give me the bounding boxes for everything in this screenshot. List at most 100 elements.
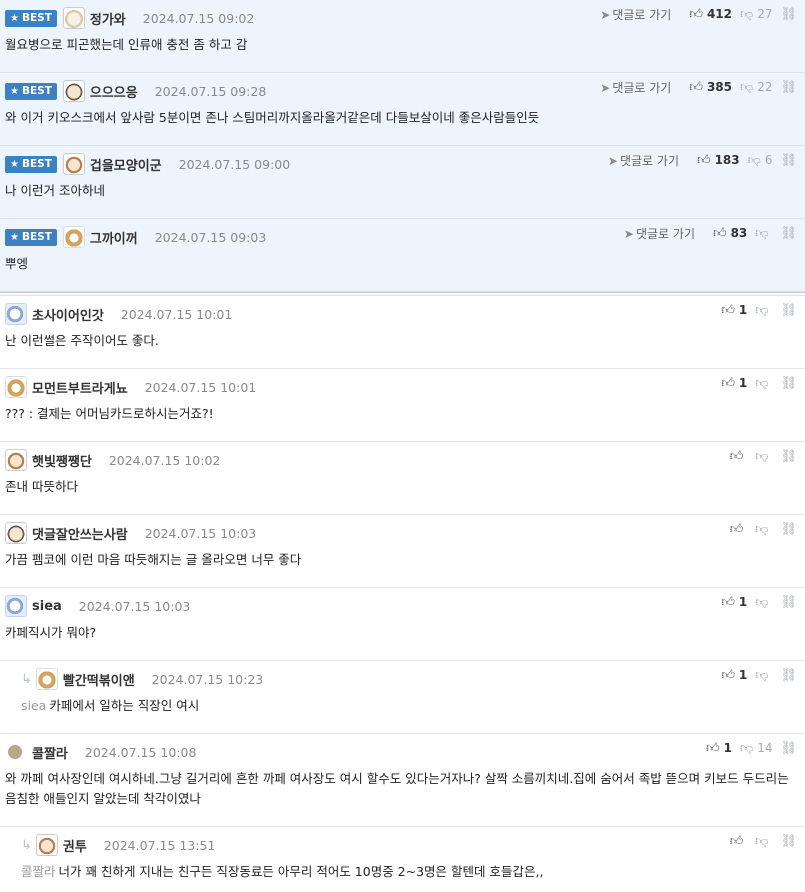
thumbs-up-icon: 👍︎ bbox=[721, 667, 735, 683]
avatar[interactable] bbox=[5, 449, 27, 471]
upvote-button[interactable]: 👍︎ 1 bbox=[706, 741, 732, 756]
upvote-button[interactable]: 👍︎ 385 bbox=[689, 80, 732, 95]
goto-comment-link[interactable]: ➤ 댓글로 가기 bbox=[624, 225, 695, 242]
upvote-button[interactable]: 👍︎ 1 bbox=[721, 303, 747, 318]
share-link-button[interactable]: ⛓ bbox=[780, 595, 797, 610]
upvote-button[interactable]: 👍︎ bbox=[730, 449, 748, 464]
nickname[interactable]: 햇빛쨍쨍단 bbox=[32, 451, 92, 470]
link-icon: ⛓ bbox=[780, 740, 797, 756]
thumbs-up-icon: 👍︎ bbox=[689, 79, 703, 95]
avatar[interactable] bbox=[5, 595, 27, 617]
upvote-button[interactable]: 👍︎ bbox=[730, 522, 748, 537]
avatar[interactable] bbox=[62, 153, 85, 175]
comment-date: 2024.07.15 10:03 bbox=[78, 598, 191, 614]
downvote-button[interactable]: 👎︎ bbox=[755, 226, 772, 241]
avatar[interactable] bbox=[62, 80, 85, 102]
comment-date: 2024.07.15 09:00 bbox=[178, 156, 291, 172]
avatar[interactable] bbox=[5, 303, 27, 325]
comment-text: 가끔 펨코에 이런 마음 따듯해지는 글 올라오면 너무 좋다 bbox=[5, 552, 302, 567]
thumbs-up-icon: 👍︎ bbox=[706, 740, 720, 756]
thumbs-up-icon: 👍︎ bbox=[721, 375, 735, 391]
star-icon: ★ bbox=[10, 158, 19, 170]
comment-item: 햇빛쨍쨍단 2024.07.15 10:02 👍︎ 👎︎ ⛓ 존내 따뜻하다 bbox=[0, 442, 805, 515]
nickname[interactable]: 겁을모양이군 bbox=[90, 155, 162, 174]
share-link-button[interactable]: ⛓ bbox=[780, 226, 797, 241]
downvote-button[interactable]: 👎︎ bbox=[755, 376, 772, 391]
nickname[interactable]: 그까이꺼 bbox=[90, 228, 138, 247]
upvote-button[interactable]: 👍︎ 83 bbox=[713, 226, 747, 241]
link-icon: ⛓ bbox=[780, 833, 797, 849]
avatar[interactable] bbox=[35, 834, 58, 856]
nickname[interactable]: 콜짤라 bbox=[32, 743, 68, 762]
share-link-button[interactable]: ⛓ bbox=[780, 7, 797, 22]
nickname[interactable]: siea bbox=[32, 599, 62, 614]
comment-text: 와 까페 여사장인데 여시하네.그냥 길거리에 흔한 까페 여사장도 여시 할수… bbox=[5, 771, 789, 806]
downvote-button[interactable]: 👎︎ bbox=[755, 449, 772, 464]
link-icon: ⛓ bbox=[780, 594, 797, 610]
avatar[interactable] bbox=[62, 226, 85, 248]
avatar[interactable] bbox=[62, 7, 85, 29]
share-link-button[interactable]: ⛓ bbox=[780, 153, 797, 168]
share-link-button[interactable]: ⛓ bbox=[780, 303, 797, 318]
avatar[interactable] bbox=[8, 745, 22, 759]
comment-date: 2024.07.15 10:08 bbox=[84, 744, 197, 760]
comment-date: 2024.07.15 10:23 bbox=[151, 671, 264, 687]
nickname[interactable]: 모먼트부트라게뇨 bbox=[32, 378, 128, 397]
goto-comment-link[interactable]: ➤ 댓글로 가기 bbox=[608, 152, 679, 169]
thumbs-down-icon: 👎︎ bbox=[755, 302, 769, 318]
upvote-button[interactable]: 👍︎ 1 bbox=[721, 668, 747, 683]
avatar[interactable] bbox=[5, 376, 27, 398]
downvote-button[interactable]: 👎︎ bbox=[755, 668, 772, 683]
avatar[interactable] bbox=[35, 668, 58, 690]
downvote-button[interactable]: 👎︎ bbox=[755, 303, 772, 318]
downvote-button[interactable]: 👎︎ 6 bbox=[748, 153, 773, 168]
goto-comment-link[interactable]: ➤ 댓글로 가기 bbox=[600, 79, 671, 96]
downvote-button[interactable]: 👎︎ bbox=[755, 595, 772, 610]
best-badge: ★ BEST bbox=[5, 82, 57, 100]
thumbs-up-icon: 👍︎ bbox=[696, 152, 711, 168]
send-icon: ➤ bbox=[607, 153, 618, 168]
nickname[interactable]: 빨간떡볶이앤 bbox=[63, 670, 135, 689]
best-comments: ★ BEST 정가와 2024.07.15 09:02 ➤ 댓글로 가기 👍︎ 412… bbox=[0, 0, 805, 292]
upvote-button[interactable]: 👍︎ bbox=[730, 834, 748, 849]
downvote-button[interactable]: 👎︎ bbox=[755, 522, 772, 537]
comment-list: 초사이어인갓 2024.07.15 10:01 👍︎ 1 👎︎ ⛓ 난 이런썰은 … bbox=[0, 296, 805, 892]
comment-date: 2024.07.15 10:03 bbox=[144, 525, 257, 541]
upvote-button[interactable]: 👍︎ 1 bbox=[721, 376, 747, 391]
avatar[interactable] bbox=[5, 522, 27, 544]
nickname[interactable]: 정가와 bbox=[90, 9, 126, 28]
downvote-button[interactable]: 👎︎ 14 bbox=[740, 741, 772, 756]
comment-text: 난 이런썰은 주작이어도 좋다. bbox=[5, 333, 159, 348]
share-link-button[interactable]: ⛓ bbox=[780, 449, 797, 464]
share-link-button[interactable]: ⛓ bbox=[780, 834, 797, 849]
link-icon: ⛓ bbox=[780, 302, 797, 318]
upvote-button[interactable]: 👍︎ 183 bbox=[697, 153, 740, 168]
nickname[interactable]: 으으으응 bbox=[90, 82, 138, 101]
upvote-button[interactable]: 👍︎ 1 bbox=[721, 595, 747, 610]
comment-text: ??? : 결제는 어머님카드로하시는거죠?! bbox=[5, 406, 214, 421]
share-link-button[interactable]: ⛓ bbox=[780, 522, 797, 537]
share-link-button[interactable]: ⛓ bbox=[780, 668, 797, 683]
nickname[interactable]: 초사이어인갓 bbox=[32, 305, 104, 324]
share-link-button[interactable]: ⛓ bbox=[780, 80, 797, 95]
comment-text: 나 이런거 조아하네 bbox=[5, 183, 105, 198]
comment-text: 콜짤라 너가 꽤 친하게 지내는 친구든 직장동료든 아무리 적어도 10명중 2… bbox=[21, 862, 797, 882]
send-icon: ➤ bbox=[623, 226, 634, 241]
link-icon: ⛓ bbox=[780, 521, 797, 537]
link-icon: ⛓ bbox=[780, 667, 797, 683]
downvote-button[interactable]: 👎︎ 27 bbox=[740, 7, 772, 22]
nickname[interactable]: 댓글잘안쓰는사람 bbox=[32, 524, 128, 543]
upvote-button[interactable]: 👍︎ 412 bbox=[689, 7, 732, 22]
thumbs-down-icon: 👎︎ bbox=[755, 833, 769, 849]
share-link-button[interactable]: ⛓ bbox=[780, 376, 797, 391]
comment-item: 모먼트부트라게뇨 2024.07.15 10:01 👍︎ 1 👎︎ ⛓ ??? :… bbox=[0, 369, 805, 442]
share-link-button[interactable]: ⛓ bbox=[780, 741, 797, 756]
downvote-button[interactable]: 👎︎ bbox=[755, 834, 772, 849]
goto-comment-link[interactable]: ➤ 댓글로 가기 bbox=[600, 6, 671, 23]
comment-date: 2024.07.15 10:01 bbox=[120, 306, 233, 322]
mention[interactable]: 콜짤라 bbox=[21, 864, 56, 879]
nickname[interactable]: 권투 bbox=[63, 836, 87, 855]
link-icon: ⛓ bbox=[780, 6, 797, 22]
mention[interactable]: siea bbox=[21, 698, 46, 713]
downvote-button[interactable]: 👎︎ 22 bbox=[740, 80, 772, 95]
